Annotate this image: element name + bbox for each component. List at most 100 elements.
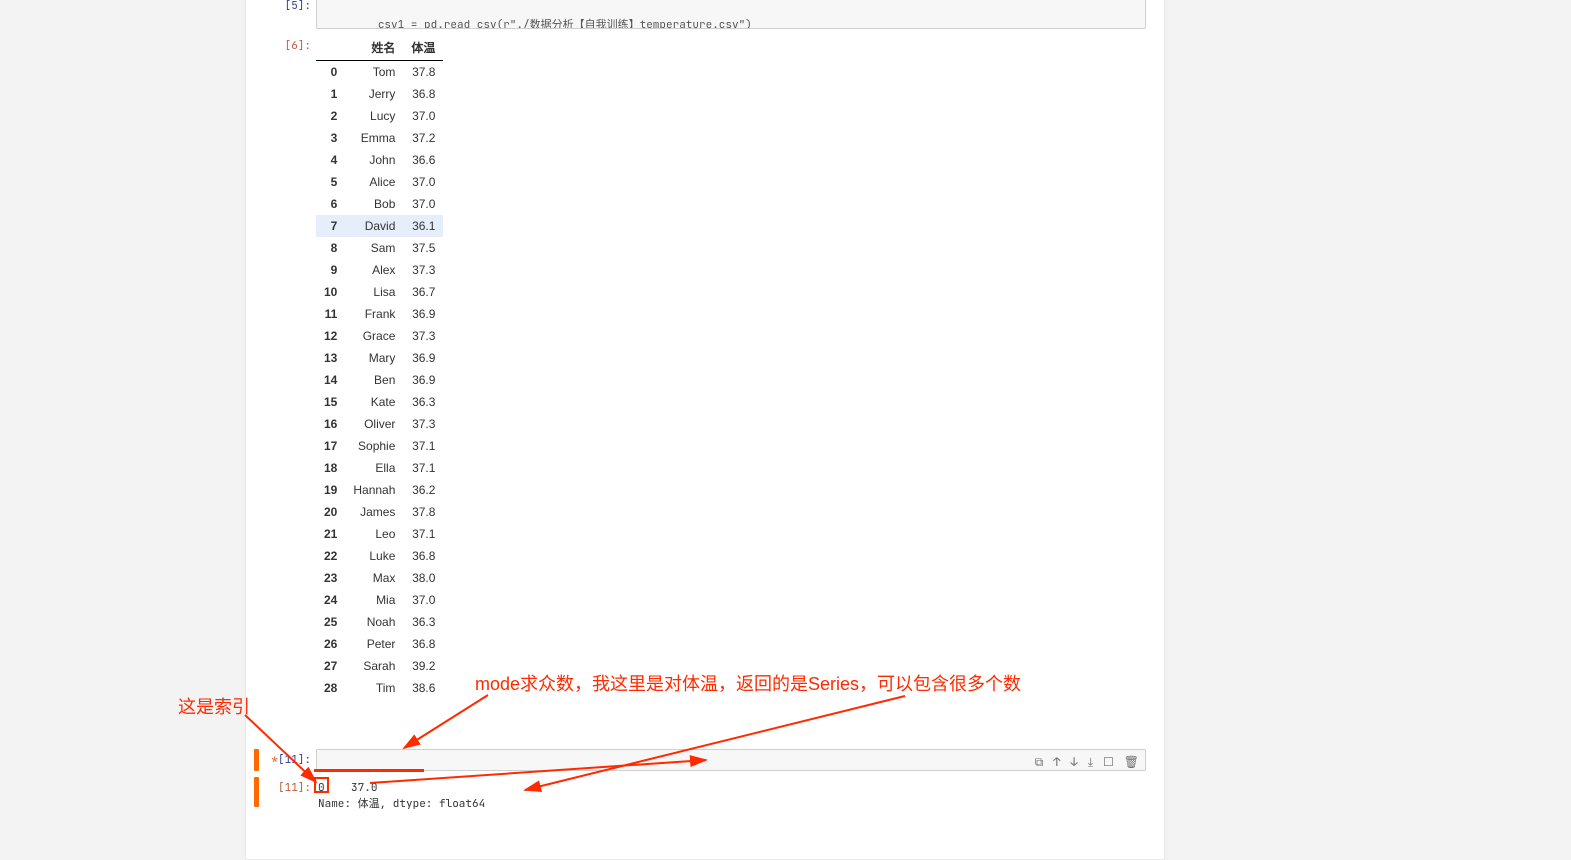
cell-temp: 36.3 (403, 391, 443, 413)
col-name: 姓名 (345, 35, 403, 61)
cell-name: Ben (345, 369, 403, 391)
row-index: 28 (316, 677, 345, 699)
row-index: 2 (316, 105, 345, 127)
table-row: 12Grace37.3 (316, 325, 443, 347)
row-index: 6 (316, 193, 345, 215)
download-icon[interactable]: ⤓ (1088, 754, 1093, 770)
cell-temp: 36.9 (403, 369, 443, 391)
cell-temp: 36.8 (403, 545, 443, 567)
cell-temp: 36.8 (403, 83, 443, 105)
cell-name: Frank (345, 303, 403, 325)
cell-temp: 39.2 (403, 655, 443, 677)
row-index: 27 (316, 655, 345, 677)
table-row: 0Tom37.8 (316, 61, 443, 84)
cell-name: Oliver (345, 413, 403, 435)
row-index: 5 (316, 171, 345, 193)
table-row: 22Luke36.8 (316, 545, 443, 567)
cell-temp: 37.3 (403, 325, 443, 347)
table-row: 19Hannah36.2 (316, 479, 443, 501)
cell-name: John (345, 149, 403, 171)
mode-output: 0 37.0 Name: 体温, dtype: float64 (316, 777, 1146, 815)
cell-temp: 36.9 (403, 303, 443, 325)
cell-temp: 37.0 (403, 171, 443, 193)
table-row: 27Sarah39.2 (316, 655, 443, 677)
cell-name: Mia (345, 589, 403, 611)
table-row: 2Lucy37.0 (316, 105, 443, 127)
active-cell-marker-in (254, 749, 259, 771)
cell-name: Peter (345, 633, 403, 655)
row-index: 15 (316, 391, 345, 413)
cell-name: Sophie (345, 435, 403, 457)
view-icon[interactable]: ☐ (1103, 754, 1114, 770)
row-index: 26 (316, 633, 345, 655)
table-row: 9Alex37.3 (316, 259, 443, 281)
row-index: 8 (316, 237, 345, 259)
in-prompt-5: [5]: (261, 0, 311, 13)
cell-temp: 36.2 (403, 479, 443, 501)
cell-name: Kate (345, 391, 403, 413)
table-row: 18Ella37.1 (316, 457, 443, 479)
row-index: 16 (316, 413, 345, 435)
cell-toolbar: ⧉ ↑ ↓ ⤓ ☐ 🗑 (1035, 754, 1139, 770)
cell-temp: 37.3 (403, 259, 443, 281)
cell-name: Bob (345, 193, 403, 215)
table-row: 24Mia37.0 (316, 589, 443, 611)
cell-temp: 36.8 (403, 633, 443, 655)
table-row: 6Bob37.0 (316, 193, 443, 215)
cell-name: Tim (345, 677, 403, 699)
table-row: 13Mary36.9 (316, 347, 443, 369)
row-index: 23 (316, 567, 345, 589)
table-row: 28Tim38.6 (316, 677, 443, 699)
move-up-icon[interactable]: ↑ (1053, 754, 1060, 770)
mode-output-value: 37.0 (351, 781, 377, 795)
cell-name: Ella (345, 457, 403, 479)
row-index: 11 (316, 303, 345, 325)
delete-icon[interactable]: 🗑 (1124, 754, 1139, 770)
out-prompt-11: [11]: (261, 781, 311, 795)
cell-temp: 37.1 (403, 457, 443, 479)
cell-name: Hannah (345, 479, 403, 501)
anno-text-index: 这是索引 (178, 693, 250, 719)
code-cell-5[interactable]: csv1 = pd.read_csv(r"./数据分析【自我训练】tempera… (316, 0, 1146, 29)
cell-name: Leo (345, 523, 403, 545)
cell-temp: 36.1 (403, 215, 443, 237)
in-prompt-11: *[11]: (261, 753, 311, 767)
cell-name: Emma (345, 127, 403, 149)
cell-name: Luke (345, 545, 403, 567)
code-cell-11[interactable]: csv1["体温"].mode() ⧉ ↑ ↓ ⤓ ☐ 🗑 (316, 749, 1146, 771)
row-index: 13 (316, 347, 345, 369)
row-index: 9 (316, 259, 345, 281)
code5-text: csv1 = pd.read_csv(r"./数据分析【自我训练】tempera… (325, 18, 752, 29)
row-index: 19 (316, 479, 345, 501)
row-index: 25 (316, 611, 345, 633)
cell-temp: 38.0 (403, 567, 443, 589)
move-down-icon[interactable]: ↓ (1070, 754, 1077, 770)
table-row: 5Alice37.0 (316, 171, 443, 193)
cell-name: Alex (345, 259, 403, 281)
row-index: 1 (316, 83, 345, 105)
cell-temp: 37.1 (403, 523, 443, 545)
cell-name: Max (345, 567, 403, 589)
row-index: 12 (316, 325, 345, 347)
cell-name: James (345, 501, 403, 523)
row-index: 22 (316, 545, 345, 567)
table-row: 11Frank36.9 (316, 303, 443, 325)
cell-temp: 36.9 (403, 347, 443, 369)
cell-name: Alice (345, 171, 403, 193)
table-row: 26Peter36.8 (316, 633, 443, 655)
table-row: 8Sam37.5 (316, 237, 443, 259)
cell-name: Tom (345, 61, 403, 84)
cell-temp: 37.8 (403, 61, 443, 84)
cell-name: Lisa (345, 281, 403, 303)
table-row: 21Leo37.1 (316, 523, 443, 545)
cell-name: Noah (345, 611, 403, 633)
cell-temp: 37.1 (403, 435, 443, 457)
copy-icon[interactable]: ⧉ (1035, 754, 1044, 770)
row-index: 3 (316, 127, 345, 149)
row-index: 7 (316, 215, 345, 237)
cell-temp: 36.6 (403, 149, 443, 171)
out-prompt-6: [6]: (261, 39, 311, 53)
row-index: 0 (316, 61, 345, 84)
table-row: 4John36.6 (316, 149, 443, 171)
row-index: 10 (316, 281, 345, 303)
